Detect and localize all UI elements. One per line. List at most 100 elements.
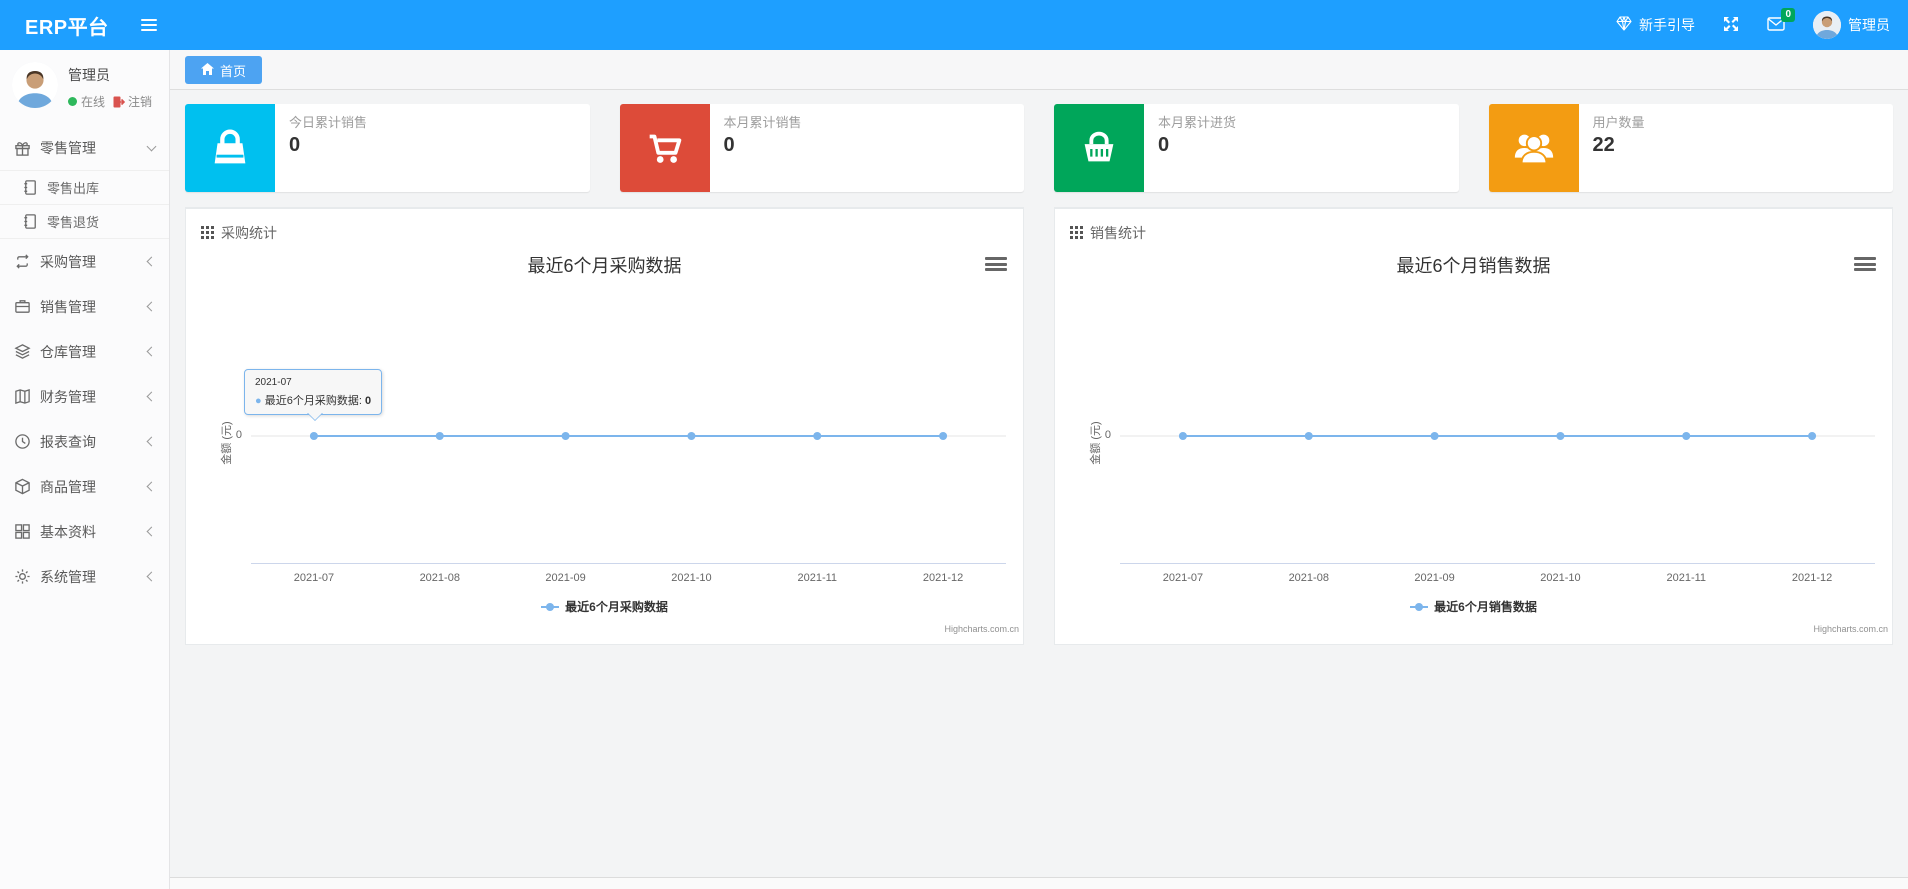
messages-button[interactable]: 0 — [1767, 7, 1795, 34]
legend-item[interactable]: 最近6个月采购数据 — [186, 598, 1023, 615]
shopping-basket-icon — [1054, 104, 1144, 192]
sidebar: 管理员 在线 注销 零售管理 零售出库 零售退货 采购管理 销售管理 仓库管理 … — [0, 50, 170, 889]
stats-row: 今日累计销售 0 本月累计销售 0 本月累计进货 0 用户数量 22 — [185, 104, 1893, 192]
panel-header: 销售统计 — [1055, 209, 1892, 243]
gem-icon — [1616, 16, 1632, 34]
app-brand: ERP平台 — [25, 16, 109, 39]
x-axis-labels: 2021-07 2021-08 2021-09 2021-10 2021-11 2021-… — [251, 572, 1006, 586]
sidebar-item-finance[interactable]: 财务管理 — [0, 374, 169, 419]
chevron-down-icon — [146, 141, 157, 152]
chevron-left-icon — [146, 391, 157, 402]
cube-icon — [14, 478, 31, 495]
sales-chart: 最近6个月销售数据 金额 (元) 0 2021-07 2021-08 2021-09… — [1055, 243, 1892, 643]
charts-row: 采购统计 最近6个月采购数据 金额 (元) 0 2021-07 2021-08 20… — [185, 207, 1893, 645]
tooltip-series-label: 最近6个月采购数据: — [264, 395, 362, 407]
sidebar-item-retail[interactable]: 零售管理 — [0, 126, 169, 171]
sidebar-item-label: 基本资料 — [40, 523, 96, 540]
messages-count-badge: 0 — [1781, 7, 1795, 22]
stat-value: 0 — [289, 134, 301, 156]
sidebar-item-retail-return[interactable]: 零售退货 — [0, 205, 169, 239]
x-axis-label: 2021-12 — [922, 572, 964, 584]
purchase-chart: 最近6个月采购数据 金额 (元) 0 2021-07 2021-08 2021-09… — [186, 243, 1023, 643]
stat-card-month-purchase[interactable]: 本月累计进货 0 — [1054, 104, 1459, 192]
stat-card-user-count[interactable]: 用户数量 22 — [1488, 104, 1893, 192]
stat-value: 0 — [1158, 134, 1170, 156]
sidebar-item-basic-data[interactable]: 基本资料 — [0, 509, 169, 554]
sidebar-menu: 零售管理 零售出库 零售退货 采购管理 销售管理 仓库管理 财务管理 报表查询 … — [0, 126, 169, 599]
x-axis-label: 2021-08 — [419, 572, 460, 584]
sidebar-item-reports[interactable]: 报表查询 — [0, 419, 169, 464]
chart-export-menu-icon[interactable] — [985, 255, 1007, 273]
repeat-icon — [14, 253, 31, 270]
stat-card-today-sales[interactable]: 今日累计销售 0 — [185, 104, 590, 192]
shopping-bag-icon — [185, 104, 275, 192]
stat-value: 0 — [723, 134, 735, 156]
stat-value: 22 — [1592, 134, 1615, 156]
x-axis-label: 2021-12 — [1791, 572, 1833, 584]
sidebar-toggle-icon[interactable] — [140, 19, 157, 31]
sidebar-item-system[interactable]: 系统管理 — [0, 554, 169, 599]
sidebar-item-label: 报表查询 — [40, 433, 96, 450]
layers-icon — [14, 343, 31, 360]
tab-home[interactable]: 首页 — [185, 56, 263, 84]
online-status: 在线 — [81, 95, 106, 109]
guide-label: 新手引导 — [1639, 17, 1695, 33]
logout-icon — [113, 96, 126, 107]
chevron-left-icon — [146, 436, 157, 447]
sidebar-item-label: 采购管理 — [40, 253, 96, 270]
sidebar-item-warehouse[interactable]: 仓库管理 — [0, 329, 169, 374]
shopping-cart-icon — [619, 104, 710, 192]
purchase-stats-panel: 采购统计 最近6个月采购数据 金额 (元) 0 2021-07 2021-08 20… — [185, 207, 1024, 645]
legend-line-marker-icon — [541, 602, 560, 611]
panel-header: 采购统计 — [186, 209, 1023, 243]
sidebar-item-retail-outbound[interactable]: 零售出库 — [0, 171, 169, 205]
erp-app: ERP平台 新手引导 0 管理员 管理员 在线 注销 零售管理 零售出库 零售退… — [0, 0, 1908, 889]
tooltip-category: 2021-07 — [255, 377, 292, 388]
panel-title: 销售统计 — [1090, 224, 1146, 241]
sidebar-item-sales[interactable]: 销售管理 — [0, 284, 169, 329]
sidebar-item-purchase[interactable]: 采购管理 — [0, 239, 169, 284]
chart-tooltip: 2021-07 ● 最近6个月采购数据: 0 — [244, 369, 383, 421]
users-icon — [1488, 104, 1579, 192]
chart-title: 最近6个月采购数据 — [527, 256, 682, 276]
navbar-right: 新手引导 0 管理员 — [1616, 7, 1908, 39]
tooltip-series-dot-icon: ● — [255, 395, 262, 407]
highcharts-credits-link[interactable]: Highcharts.com.cn — [944, 624, 1019, 634]
y-axis-tick: 0 — [1104, 429, 1111, 441]
chart-title: 最近6个月销售数据 — [1396, 256, 1551, 276]
open-book-icon — [14, 388, 31, 405]
legend-line-marker-icon — [1410, 602, 1429, 611]
user-name: 管理员 — [1848, 17, 1890, 33]
sidebar-item-label: 系统管理 — [40, 568, 96, 585]
highcharts-credits-link[interactable]: Highcharts.com.cn — [1813, 624, 1888, 634]
logout-button[interactable]: 注销 — [113, 93, 152, 110]
x-axis-label: 2021-10 — [671, 572, 712, 584]
dashboard-content: 今日累计销售 0 本月累计销售 0 本月累计进货 0 用户数量 22 采购统计 … — [170, 90, 1908, 877]
sidebar-item-label: 财务管理 — [40, 388, 96, 405]
user-avatar — [1813, 11, 1841, 39]
x-axis-label: 2021-08 — [1288, 572, 1329, 584]
th-grid-icon — [1070, 226, 1083, 239]
x-axis-label: 2021-07 — [1162, 572, 1204, 584]
chevron-left-icon — [146, 256, 157, 267]
fullscreen-button[interactable] — [1723, 16, 1739, 35]
sidebar-item-goods[interactable]: 商品管理 — [0, 464, 169, 509]
guide-button[interactable]: 新手引导 — [1616, 15, 1695, 35]
legend-item[interactable]: 最近6个月销售数据 — [1055, 598, 1892, 615]
stat-card-month-sales[interactable]: 本月累计销售 0 — [619, 104, 1024, 192]
chevron-left-icon — [146, 346, 157, 357]
user-menu[interactable]: 管理员 — [1813, 11, 1890, 39]
top-navbar: ERP平台 新手引导 0 管理员 — [0, 0, 1908, 50]
plot-area: 2021-07 2021-08 2021-09 2021-10 2021-11 2021-… — [251, 304, 1006, 584]
series-plot[interactable] — [1120, 304, 1875, 564]
chart-export-menu-icon[interactable] — [1854, 255, 1876, 273]
chevron-left-icon — [146, 526, 157, 537]
fullscreen-icon — [1723, 16, 1739, 35]
stat-label: 本月累计进货 — [1158, 115, 1237, 130]
y-axis-title: 金额 (元) — [1090, 421, 1102, 465]
series-plot[interactable] — [251, 304, 1006, 564]
legend-label: 最近6个月采购数据 — [565, 600, 668, 614]
x-axis-labels: 2021-07 2021-08 2021-09 2021-10 2021-11 2021-… — [1120, 572, 1875, 586]
tab-bar: 首页 — [170, 50, 1908, 90]
sidebar-item-label: 零售出库 — [47, 181, 100, 196]
